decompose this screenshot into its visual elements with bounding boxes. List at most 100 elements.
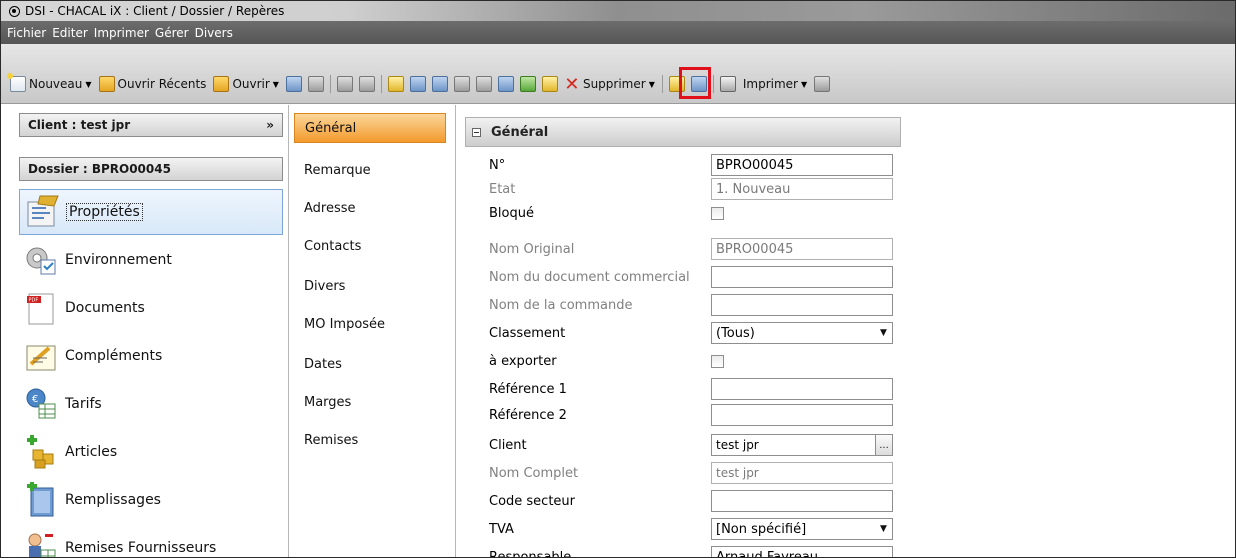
clear-icon[interactable] <box>475 76 492 92</box>
prop-label: Nom du document commercial <box>489 269 690 285</box>
remises-fournisseurs-icon <box>23 530 61 557</box>
nom-original-field: BPRO00045 <box>711 238 893 260</box>
tab-divers[interactable]: Divers <box>294 271 446 301</box>
application-window: DSI - CHACAL iX : Client / Dossier / Rep… <box>0 0 1236 558</box>
nav-label-articles: Articles <box>65 444 118 460</box>
dossier-header[interactable]: Dossier : BPRO00045 <box>19 157 283 181</box>
prop-row-nom-original: Nom Original BPRO00045 <box>489 237 909 261</box>
a-exporter-checkbox[interactable] <box>711 354 724 368</box>
reference-1-field[interactable] <box>711 378 893 400</box>
client-header[interactable]: Client : test jpr » <box>19 113 283 137</box>
nav-item-remplissages[interactable]: Remplissages <box>19 477 283 523</box>
tab-mo-imposee[interactable]: MO Imposée <box>294 309 446 339</box>
list-icon[interactable] <box>453 76 470 92</box>
classement-select[interactable]: (Tous) ▼ <box>711 322 893 344</box>
prop-label: Classement <box>489 325 566 341</box>
nav-item-remises-fournisseurs[interactable]: Remises Fournisseurs <box>19 525 283 557</box>
save-icon[interactable] <box>336 76 353 92</box>
highlight-box <box>679 67 711 99</box>
menu-gerer[interactable]: Gérer <box>155 26 189 40</box>
browse-button[interactable]: ... <box>875 434 893 456</box>
window-icon[interactable] <box>285 76 302 92</box>
nav-item-articles[interactable]: Articles <box>19 429 283 475</box>
menu-imprimer[interactable]: Imprimer <box>94 26 149 40</box>
prop-row-reference-1: Référence 1 <box>489 377 909 401</box>
tva-select[interactable]: [Non spécifié] ▼ <box>711 518 893 540</box>
svg-text:€: € <box>32 394 38 405</box>
remplissages-icon <box>23 481 61 518</box>
nav-label-tarifs: Tarifs <box>65 396 102 412</box>
layout-icon[interactable] <box>814 76 831 92</box>
cut-icon[interactable] <box>387 76 404 92</box>
numero-field[interactable]: BPRO00045 <box>711 154 893 176</box>
new-dropdown-icon[interactable]: ▼ <box>85 80 91 89</box>
nav-label-proprietes: Propriétés <box>66 203 143 221</box>
nav-item-complements[interactable]: Compléments <box>19 333 283 379</box>
delete-dropdown-icon[interactable]: ▼ <box>649 80 655 89</box>
delete-button[interactable]: Supprimer <box>583 77 646 91</box>
menu-fichier[interactable]: Fichier <box>7 26 46 40</box>
print-icon[interactable] <box>719 76 736 92</box>
open-label: Ouvrir <box>232 77 270 91</box>
tab-marges[interactable]: Marges <box>294 387 446 417</box>
export-icon[interactable] <box>519 76 536 92</box>
nav-item-proprietes[interactable]: Propriétés <box>19 189 283 235</box>
nom-document-commercial-field[interactable] <box>711 266 893 288</box>
prop-row-tva: TVA [Non spécifié] ▼ <box>489 517 909 541</box>
print-dropdown-icon[interactable]: ▼ <box>801 80 807 89</box>
open-dropdown-icon[interactable]: ▼ <box>273 80 279 89</box>
section-header-general[interactable]: Général <box>465 117 901 147</box>
open-button[interactable]: Ouvrir <box>210 76 270 92</box>
open-folder-icon <box>213 76 230 92</box>
prop-label: TVA <box>489 521 514 537</box>
reference-2-field[interactable] <box>711 404 893 426</box>
nav-item-tarifs[interactable]: € Tarifs <box>19 381 283 427</box>
client-field[interactable]: test jpr ... <box>711 434 893 456</box>
tab-remarque[interactable]: Remarque <box>294 155 446 185</box>
tab-general[interactable]: Général <box>294 113 446 143</box>
prop-row-numero: N° BPRO00045 <box>489 153 909 177</box>
nav-item-documents[interactable]: PDF Documents <box>19 285 283 331</box>
print-label: Imprimer <box>742 77 798 91</box>
open-recent-label: Ouvrir Récents <box>117 77 207 91</box>
chevron-down-icon[interactable]: ▼ <box>875 519 892 539</box>
prop-label: N° <box>489 157 506 173</box>
code-secteur-field[interactable] <box>711 490 893 512</box>
copy-icon[interactable] <box>409 76 426 92</box>
prop-label: Nom Original <box>489 241 575 257</box>
nav-label-environnement: Environnement <box>65 252 172 268</box>
tab-adresse[interactable]: Adresse <box>294 193 446 223</box>
save-all-icon[interactable] <box>358 76 375 92</box>
reperes-icon[interactable] <box>541 76 558 92</box>
responsable-field[interactable]: Arnaud Favreau <box>711 546 893 557</box>
menu-editer[interactable]: Editer <box>52 26 88 40</box>
nav-label-documents: Documents <box>65 300 145 316</box>
toolbar-separator <box>380 75 382 93</box>
client-value: test jpr <box>716 438 759 452</box>
bloque-checkbox[interactable] <box>711 206 724 220</box>
tab-remises[interactable]: Remises <box>294 425 446 455</box>
prop-label: à exporter <box>489 353 557 369</box>
nav-item-environnement[interactable]: Environnement <box>19 237 283 283</box>
tab-contacts[interactable]: Contacts <box>294 231 446 261</box>
new-button[interactable]: Nouveau <box>7 73 82 92</box>
refresh-icon[interactable] <box>307 76 324 92</box>
paste-icon[interactable] <box>431 76 448 92</box>
menu-divers[interactable]: Divers <box>195 26 233 40</box>
tva-value: [Non spécifié] <box>716 521 807 537</box>
collapse-icon[interactable]: » <box>266 118 274 132</box>
delete-icon[interactable]: ✕ <box>564 74 580 95</box>
duplicate-icon[interactable] <box>497 76 514 92</box>
menu-bar: Fichier Editer Imprimer Gérer Divers <box>1 21 1235 44</box>
collapse-toggle-icon[interactable] <box>472 127 481 137</box>
nom-commande-field[interactable] <box>711 294 893 316</box>
chevron-down-icon[interactable]: ▼ <box>875 323 892 343</box>
prop-label: Responsable <box>489 549 572 558</box>
tab-dates[interactable]: Dates <box>294 349 446 379</box>
toolbar-separator <box>661 75 663 93</box>
prop-row-client: Client test jpr ... <box>489 433 909 457</box>
prop-row-etat: Etat 1. Nouveau <box>489 177 909 201</box>
open-recent-button[interactable]: Ouvrir Récents <box>96 76 207 92</box>
print-button[interactable]: Imprimer <box>743 77 798 91</box>
prop-row-nom-document-commercial: Nom du document commercial <box>489 265 909 289</box>
